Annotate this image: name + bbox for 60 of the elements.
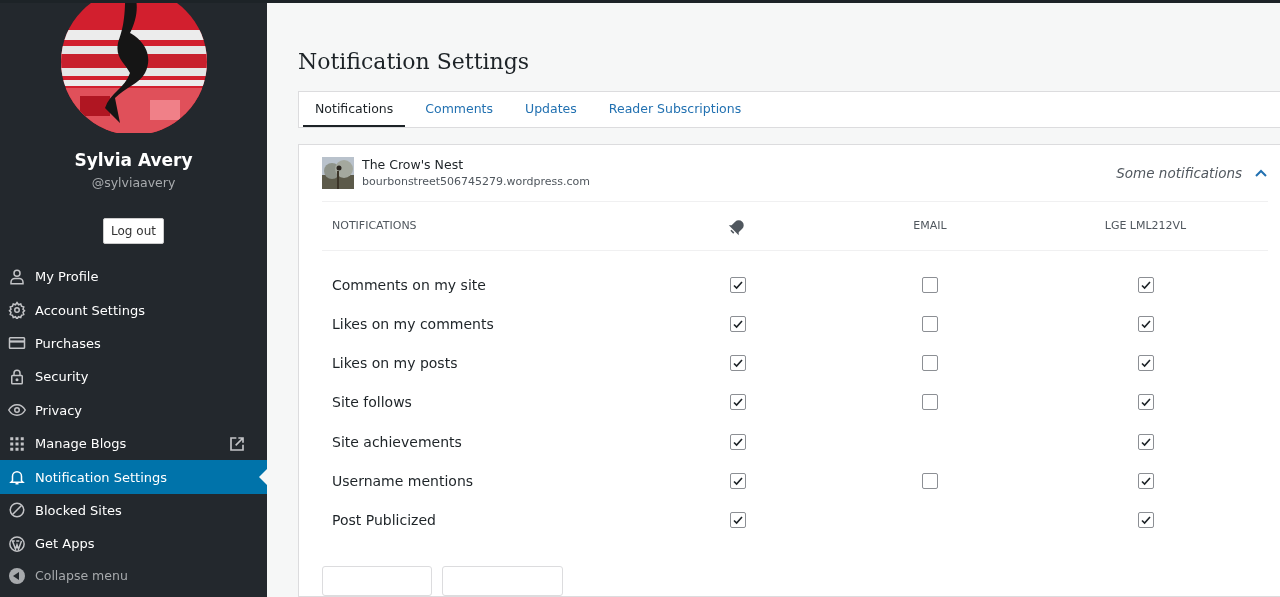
notification-label: Likes on my posts [331, 355, 459, 372]
checkbox[interactable] [922, 355, 938, 372]
external-link-icon [229, 435, 245, 452]
sidebar-item[interactable]: Security [0, 360, 267, 394]
sidebar-item[interactable]: My Profile [0, 260, 267, 294]
notification-summary: Some notifications [1116, 164, 1242, 181]
lock-icon [8, 367, 26, 386]
notification-label: Post Publicized [331, 512, 437, 529]
checkbox[interactable] [730, 433, 746, 450]
checkbox[interactable] [922, 315, 938, 332]
checkbox[interactable] [730, 276, 746, 293]
tab[interactable]: Comments [413, 92, 505, 127]
collapse-icon [8, 566, 26, 585]
wordpress-icon [8, 534, 26, 553]
checkbox[interactable] [730, 473, 746, 490]
checkbox[interactable] [1137, 433, 1154, 450]
notification-label: Username mentions [331, 473, 475, 490]
checkbox[interactable] [1137, 512, 1154, 529]
column-header: LGE LML212VL [1104, 219, 1187, 233]
sidebar-item[interactable]: Account Settings [0, 293, 267, 327]
checkbox[interactable] [922, 276, 938, 293]
notification-label: Site achievements [331, 433, 463, 450]
sidebar-item[interactable]: Purchases [0, 326, 267, 361]
site-name: The Crow's Nest [362, 157, 465, 173]
checkbox[interactable] [1137, 394, 1154, 411]
blocked-icon [8, 501, 26, 520]
tab[interactable]: Reader Subscriptions [596, 92, 754, 127]
checkbox[interactable] [730, 315, 746, 332]
collapse-menu[interactable]: Collapse menu [0, 560, 267, 591]
site-url: bourbonstreet506745279.wordpress.com [362, 175, 592, 189]
person-icon [8, 267, 26, 286]
checkbox[interactable] [730, 512, 746, 529]
bell-icon [8, 468, 26, 487]
grid-icon [8, 434, 26, 453]
sidebar-item[interactable]: Get Apps [0, 527, 267, 561]
checkbox[interactable] [1137, 315, 1154, 332]
logout-button[interactable]: Log out [103, 218, 164, 244]
checkbox[interactable] [922, 473, 938, 490]
page-title: Notification Settings [298, 49, 531, 74]
sidebar-item[interactable]: Notification Settings [0, 460, 267, 494]
tab[interactable]: Updates [513, 92, 589, 127]
checkbox[interactable] [730, 394, 746, 411]
column-header: EMAIL [913, 219, 947, 233]
tab[interactable]: Notifications [303, 92, 406, 127]
sidebar-item[interactable]: Manage Blogs [0, 426, 267, 461]
checkbox[interactable] [1137, 355, 1154, 372]
checkbox[interactable] [1137, 473, 1154, 490]
notification-label: Comments on my site [331, 276, 487, 293]
user-name: Sylvia Avery [73, 150, 194, 170]
selection-pointer [259, 469, 267, 486]
sidebar-item[interactable]: Privacy [0, 393, 267, 427]
settings-icon [8, 301, 26, 320]
checkbox[interactable] [922, 394, 938, 411]
checkbox[interactable] [1137, 276, 1154, 293]
notification-label: Site follows [331, 394, 413, 411]
notification-label: Likes on my comments [331, 315, 495, 332]
column-header: NOTIFICATIONS [331, 219, 417, 233]
sidebar-item[interactable]: Blocked Sites [0, 493, 267, 528]
username: @sylviaavery [90, 175, 177, 190]
checkbox[interactable] [730, 355, 746, 372]
